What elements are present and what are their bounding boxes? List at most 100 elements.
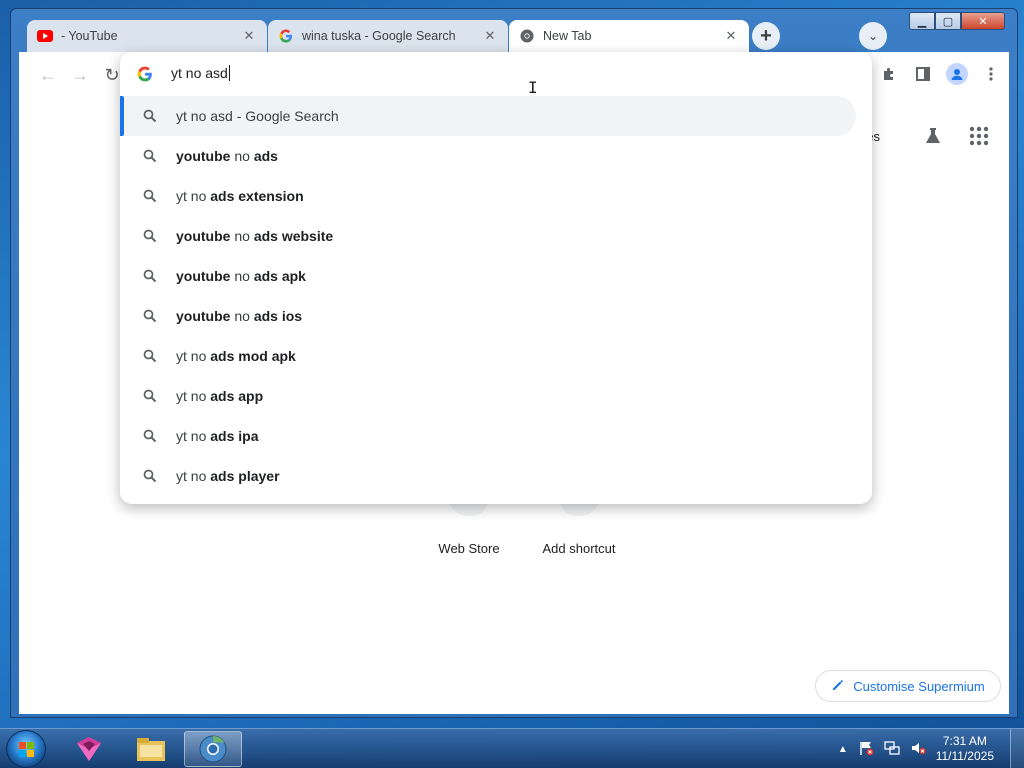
profile-icon[interactable] [945, 62, 969, 86]
suggestion-match-bold: youtube [176, 228, 231, 244]
maximize-button[interactable]: ▢ [935, 12, 961, 30]
tab-youtube[interactable]: - YouTube ✕ [27, 20, 267, 52]
window-controls: ▁ ▢ ✕ [909, 12, 1005, 30]
suggestion-text: youtube no ads ios [176, 308, 302, 324]
shortcut-label-add-shortcut[interactable]: Add shortcut [534, 541, 624, 556]
suggestion-list: yt no asd - Google Search youtube no ads y… [120, 96, 872, 496]
search-icon [143, 189, 157, 203]
clock-time: 7:31 AM [942, 734, 987, 748]
suggestion-text: yt no ads ipa [176, 428, 259, 444]
suggestion-match-bold: youtube [176, 308, 231, 324]
tab-title: - YouTube [61, 29, 118, 43]
suggestion-plain: yt no [176, 348, 211, 364]
suggestion-row[interactable]: youtube no ads ios [120, 296, 872, 336]
close-button[interactable]: ✕ [961, 12, 1005, 30]
suggestion-row[interactable]: yt no ads player [120, 456, 872, 496]
suggestion-row[interactable]: yt no ads ipa [120, 416, 872, 456]
google-icon [278, 28, 294, 44]
omnibox-input[interactable]: yt no asd [120, 52, 872, 96]
suggestion-completion-bold: ads ipa [210, 428, 259, 444]
clock[interactable]: 7:31 AM 11/11/2025 [936, 734, 994, 764]
search-icon [143, 109, 157, 123]
search-icon [143, 469, 157, 483]
suggestion-completion-bold: ads website [253, 228, 334, 244]
clock-date: 11/11/2025 [935, 749, 994, 763]
search-icon [143, 269, 157, 283]
tab-title: New Tab [543, 29, 592, 43]
suggestion-plain: no [230, 228, 254, 244]
plus-icon: + [760, 24, 772, 47]
text-cursor-icon: I [528, 78, 538, 97]
back-icon[interactable]: ← [37, 64, 59, 86]
windows-logo-icon [19, 742, 34, 757]
suggestion-completion-bold: ads apk [253, 268, 306, 284]
shortcut-label-web-store[interactable]: Web Store [434, 541, 504, 556]
tab-title: wina tuska - Google Search [302, 29, 456, 43]
suggestion-completion-bold: ads mod apk [210, 348, 296, 364]
suggestion-plain: no [230, 308, 254, 324]
chevron-down-icon: ⌄ [867, 29, 879, 43]
search-icon [143, 149, 157, 163]
show-desktop-button[interactable] [1010, 729, 1024, 768]
suggestion-text: yt no ads app [176, 388, 263, 404]
suggestion-text: youtube no ads apk [176, 268, 306, 284]
tab-new-tab[interactable]: New Tab ✕ [509, 20, 749, 52]
tab-search-button[interactable]: ⌄ [859, 22, 887, 50]
menu-icon[interactable] [979, 62, 1003, 86]
text-caret [228, 65, 230, 81]
tab-close-icon[interactable]: ✕ [723, 28, 739, 44]
suggestion-completion-bold: ads app [210, 388, 264, 404]
suggestion-plain: yt no [176, 388, 211, 404]
sketch-app-icon[interactable] [60, 731, 118, 767]
tab-google-search[interactable]: wina tuska - Google Search ✕ [268, 20, 508, 52]
suggestion-text: youtube no ads website [176, 228, 333, 244]
minimize-button[interactable]: ▁ [909, 12, 935, 30]
suggestion-plain: no [230, 268, 254, 284]
suggestion-text: youtube no ads [176, 148, 278, 164]
action-center-flag-icon[interactable] [858, 740, 874, 759]
suggestion-completion-bold: ads ios [253, 308, 303, 324]
suggestion-row[interactable]: yt no asd - Google Search [120, 96, 856, 136]
suggestion-row[interactable]: youtube no ads website [120, 216, 872, 256]
customise-button[interactable]: Customise Supermium [815, 670, 1001, 702]
forward-icon[interactable]: → [69, 64, 91, 86]
suggestion-match-bold: youtube [176, 268, 231, 284]
tab-close-icon[interactable]: ✕ [482, 28, 498, 44]
google-apps-icon[interactable] [969, 126, 989, 149]
file-explorer-icon[interactable] [122, 731, 180, 767]
suggestion-completion-bold: ads [253, 148, 278, 164]
suggestion-text: yt no ads mod apk [176, 348, 296, 364]
tab-close-icon[interactable]: ✕ [241, 28, 257, 44]
suggestion-match-bold: youtube [176, 148, 231, 164]
taskbar: ▲ 7:31 AM 11/11/2025 [0, 728, 1024, 768]
new-tab-button[interactable]: + [752, 22, 780, 50]
suggestion-row[interactable]: yt no ads mod apk [120, 336, 872, 376]
extensions-icon[interactable] [877, 62, 901, 86]
suggestion-plain: yt no [176, 468, 211, 484]
suggestion-plain: yt no [176, 188, 211, 204]
system-tray: ▲ 7:31 AM 11/11/2025 [838, 729, 994, 768]
avatar [946, 63, 968, 85]
start-button[interactable] [6, 730, 46, 768]
suggestion-row[interactable]: youtube no ads apk [120, 256, 872, 296]
search-icon [143, 429, 157, 443]
show-hidden-icons-icon[interactable]: ▲ [838, 744, 848, 755]
omnibox-text: yt no asd [171, 65, 230, 81]
volume-muted-icon[interactable] [910, 740, 926, 759]
network-icon[interactable] [884, 740, 900, 759]
search-icon [143, 349, 157, 363]
suggestion-row[interactable]: yt no ads extension [120, 176, 872, 216]
suggestion-row[interactable]: yt no ads app [120, 376, 872, 416]
suggestion-plain: yt no asd [176, 108, 233, 124]
google-icon [137, 66, 153, 82]
pencil-icon [831, 678, 845, 695]
search-icon [143, 389, 157, 403]
customise-label: Customise Supermium [853, 678, 985, 694]
labs-flask-icon[interactable] [923, 126, 943, 149]
side-panel-icon[interactable] [911, 62, 935, 86]
chromium-browser-icon[interactable] [184, 731, 242, 767]
omnibox-dropdown: yt no asd yt no asd - Google Search youtu… [120, 52, 872, 504]
suggestion-text: yt no ads extension [176, 188, 304, 204]
suggestion-plain: no [230, 148, 254, 164]
suggestion-row[interactable]: youtube no ads [120, 136, 872, 176]
